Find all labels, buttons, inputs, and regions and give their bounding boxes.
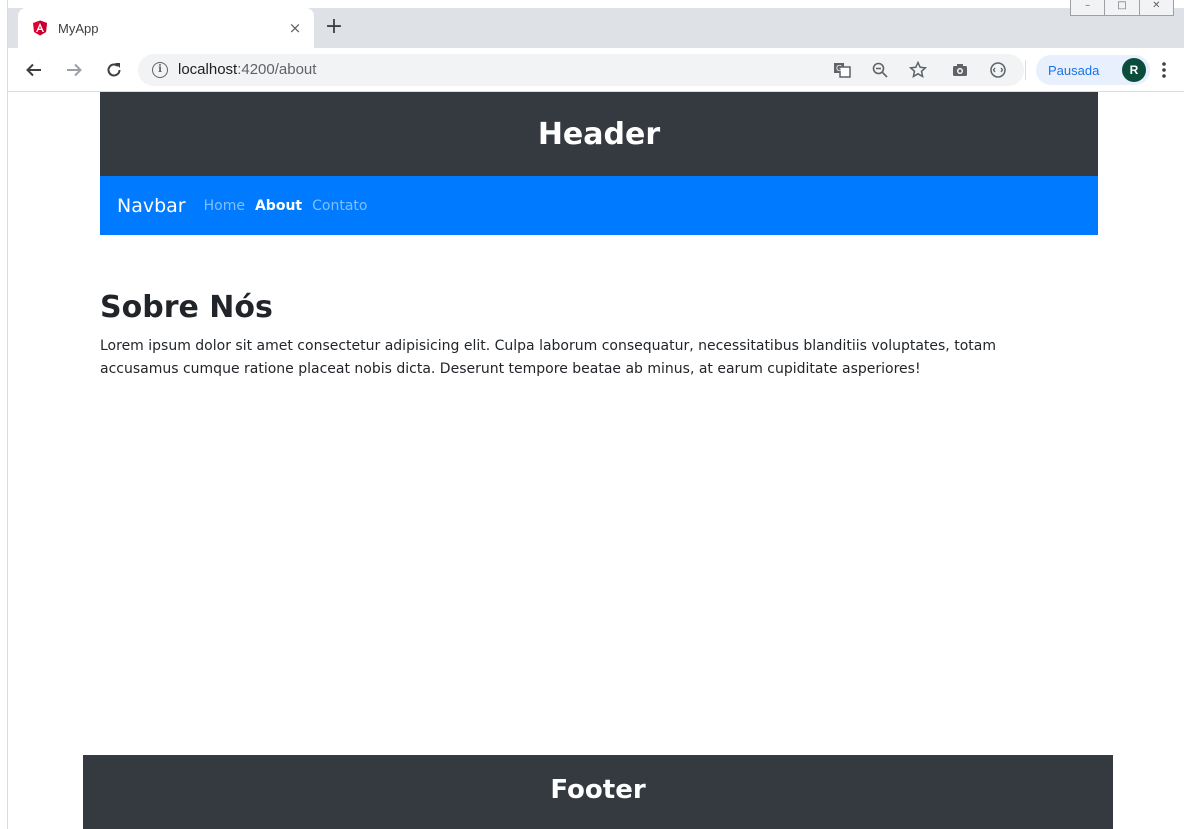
url-host: localhost <box>178 61 238 78</box>
new-tab-button[interactable]: + <box>322 16 346 40</box>
nav-link-contato[interactable]: Contato <box>312 198 367 214</box>
forward-button[interactable] <box>62 58 86 82</box>
tab-strip: MyApp × + – □ ✕ <box>8 0 1184 48</box>
url-path: :4200/about <box>237 61 317 78</box>
tab-title: MyApp <box>58 20 99 36</box>
kebab-menu-icon <box>1162 62 1166 78</box>
browser-menu-button[interactable] <box>1154 60 1174 80</box>
navbar: Navbar Home About Contato <box>100 176 1098 235</box>
window-edge <box>0 0 8 829</box>
back-button[interactable] <box>22 58 46 82</box>
arrow-right-icon <box>67 63 82 77</box>
maximize-button[interactable]: □ <box>1105 0 1140 16</box>
window-controls: – □ ✕ <box>1070 0 1174 16</box>
nav-link-home[interactable]: Home <box>204 198 245 214</box>
profile-button[interactable]: Pausada R <box>1036 55 1150 85</box>
zoom-out-icon[interactable] <box>870 60 890 80</box>
translate-icon[interactable]: G <box>832 60 852 80</box>
url-text[interactable]: localhost:4200/about <box>178 61 316 78</box>
angular-icon <box>32 20 48 36</box>
toolbar-separator <box>1025 60 1026 80</box>
svg-text:G: G <box>836 64 842 73</box>
address-bar[interactable]: i localhost:4200/about G <box>138 54 1024 86</box>
page-title: Sobre Nós <box>100 290 273 325</box>
camera-icon[interactable] <box>950 60 970 80</box>
minimize-button[interactable]: – <box>1070 0 1106 16</box>
page-footer: Footer <box>83 755 1113 829</box>
navbar-brand[interactable]: Navbar <box>117 195 186 217</box>
star-icon[interactable] <box>908 60 928 80</box>
info-icon[interactable]: i <box>152 62 168 78</box>
main-content: Sobre Nós Lorem ipsum dolor sit amet con… <box>100 290 1070 381</box>
arrow-left-icon <box>26 63 41 77</box>
reload-icon <box>107 63 121 77</box>
header-title: Header <box>537 116 661 152</box>
browser-toolbar: i localhost:4200/about G Pausada R <box>8 48 1184 92</box>
extension-icon[interactable] <box>988 60 1008 80</box>
reload-button[interactable] <box>102 58 126 82</box>
avatar: R <box>1122 58 1146 82</box>
nav-links: Home About Contato <box>204 198 368 214</box>
page-header: Header <box>100 92 1098 176</box>
footer-title: Footer <box>550 775 646 805</box>
profile-status-label: Pausada <box>1048 62 1100 78</box>
browser-tab[interactable]: MyApp × <box>18 8 314 48</box>
nav-link-about[interactable]: About <box>255 198 302 214</box>
about-paragraph: Lorem ipsum dolor sit amet consectetur a… <box>100 338 996 377</box>
tab-close-button[interactable]: × <box>286 19 304 37</box>
close-window-button[interactable]: ✕ <box>1139 0 1174 16</box>
